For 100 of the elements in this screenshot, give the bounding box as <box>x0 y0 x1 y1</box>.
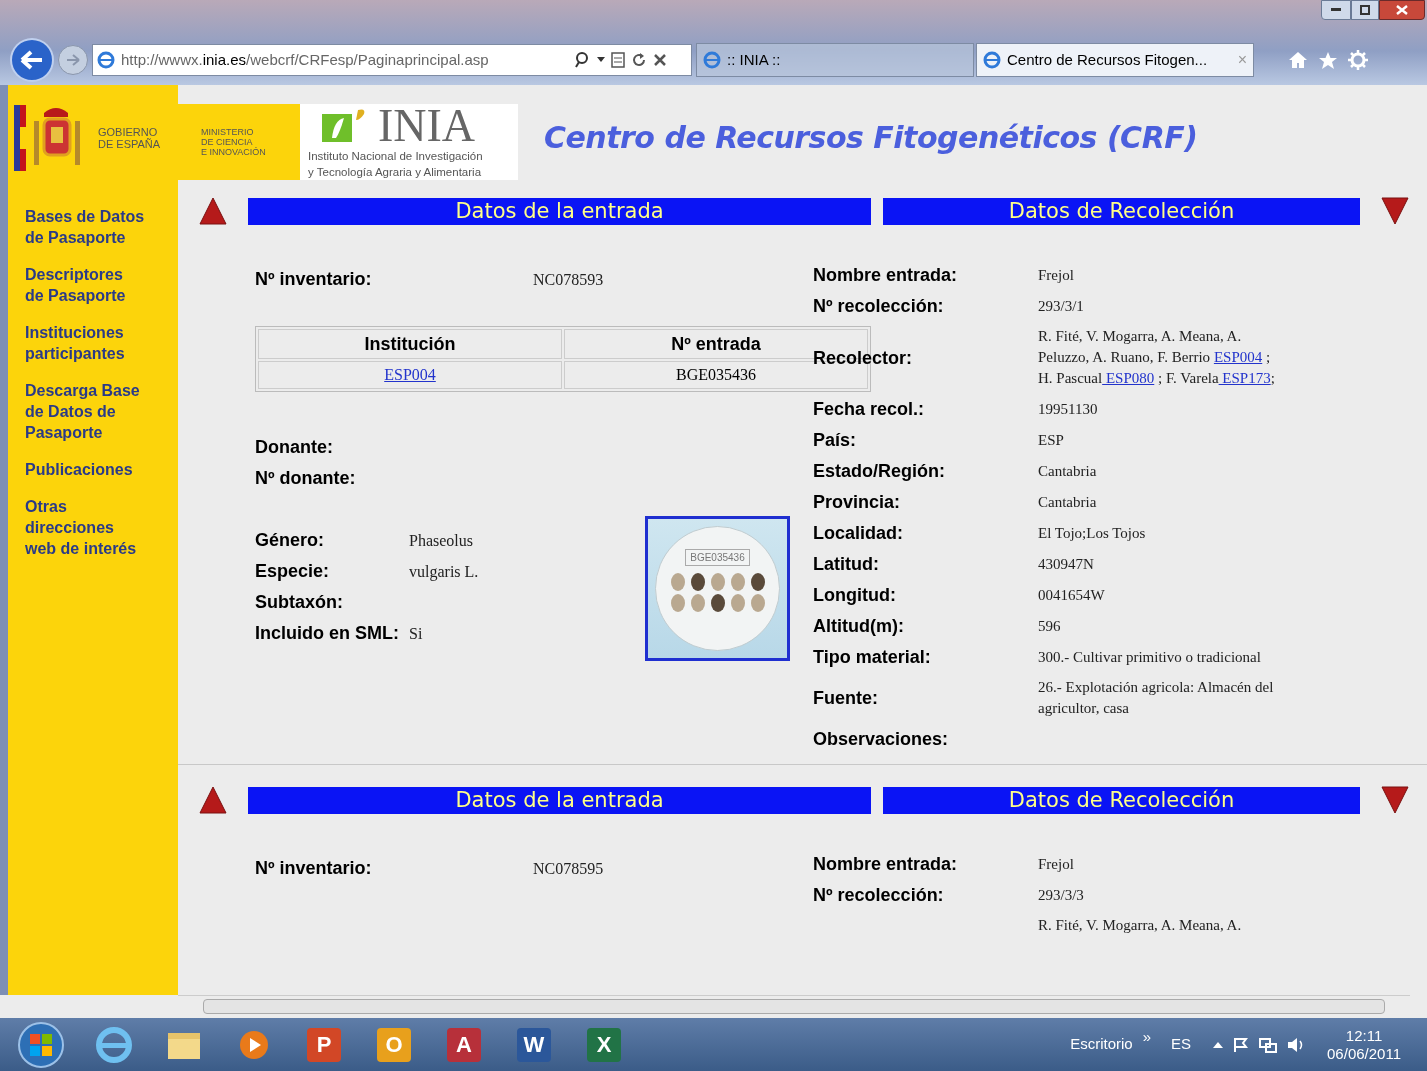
inia-logo-text: INIA <box>378 103 476 148</box>
column-header: Institución <box>258 329 562 359</box>
sidebar-link[interactable]: Bases de Datos de Pasaporte <box>25 206 178 248</box>
tray-expand-icon[interactable] <box>1213 1040 1224 1049</box>
star-icon[interactable] <box>1318 50 1338 70</box>
ministry-label: MINISTERIO DE CIENCIA E INNOVACIÓN <box>178 103 300 180</box>
minimize-button[interactable] <box>1321 0 1351 20</box>
field-value: 293/3/1 <box>1038 296 1085 316</box>
field-value: R. Fité, V. Mogarra, A. Meana, A. <box>1038 916 1243 935</box>
field-value: 300.- Cultivar primitivo o tradicional <box>1038 647 1262 667</box>
field-value: 293/3/3 <box>1038 885 1085 905</box>
search-icon[interactable] <box>575 52 591 68</box>
field-value: NC078593 <box>533 269 604 290</box>
down-triangle-icon[interactable] <box>1380 196 1410 226</box>
settings-icon[interactable] <box>1348 50 1368 70</box>
section-heading: Datos de la entrada <box>248 786 871 814</box>
language-indicator[interactable]: ES <box>1171 1033 1192 1056</box>
field-label: Subtaxón: <box>255 591 344 613</box>
field-label: Nombre entrada: <box>813 853 959 875</box>
stop-icon[interactable] <box>653 53 667 67</box>
field-label: Donante: <box>255 436 334 458</box>
browser-tab[interactable]: Centro de Recursos Fitogen... × <box>976 43 1254 77</box>
institution-link[interactable]: ESP173 <box>1218 370 1271 386</box>
sidebar-link[interactable]: Descarga Base de Datos de Pasaporte <box>25 380 178 443</box>
forward-arrow-icon <box>66 54 80 66</box>
sidebar-link[interactable]: Publicaciones <box>25 459 178 480</box>
back-button[interactable] <box>10 38 54 82</box>
field-value: Cantabria <box>1038 461 1098 481</box>
inia-subtitle: Instituto Nacional de Investigación y Tecnología Agraria y Alimentaria <box>308 148 484 180</box>
field-value: Phaseolus <box>409 530 473 551</box>
field-label: Altitud(m): <box>813 615 905 637</box>
page-e-icon <box>983 51 1001 69</box>
browser-tab[interactable]: :: INIA :: <box>696 43 974 77</box>
clock-date[interactable]: 06/06/2011 <box>1327 1044 1401 1063</box>
sidebar-link[interactable]: Descriptores de Pasaporte <box>25 264 178 306</box>
home-icon[interactable] <box>1288 51 1308 69</box>
app-icon[interactable]: P <box>307 1027 341 1062</box>
field-label: Género: <box>255 529 325 551</box>
institution-link[interactable]: ESP080 <box>1102 370 1155 386</box>
tab-title: :: INIA :: <box>727 49 782 70</box>
field-label: Estado/Región: <box>813 460 946 482</box>
field-value: 19951130 <box>1038 399 1099 419</box>
maximize-button[interactable] <box>1351 0 1379 20</box>
field-label: Nombre entrada: <box>813 264 959 286</box>
close-icon <box>1396 5 1408 15</box>
back-arrow-icon <box>20 50 44 70</box>
field-label: Latitud: <box>813 553 880 575</box>
refresh-icon[interactable] <box>631 52 647 68</box>
page-icon[interactable] <box>611 52 625 68</box>
desktop-toolbar-label[interactable]: Escritorio <box>1070 1033 1133 1056</box>
field-label: Nº inventario: <box>255 857 373 879</box>
app-icon[interactable]: W <box>517 1027 551 1062</box>
toolbar-chevron[interactable]: » <box>1142 1026 1151 1049</box>
institution-link[interactable]: ESP004 <box>384 366 436 383</box>
field-value: vulgaris L. <box>409 561 479 582</box>
field-label: Nº recolección: <box>813 884 945 906</box>
dropdown-caret-icon[interactable] <box>597 57 605 63</box>
section-heading: Datos de la entrada <box>248 197 871 225</box>
field-value: 596 <box>1038 616 1062 636</box>
section-heading: Datos de Recolección <box>883 786 1360 814</box>
maximize-icon <box>1360 5 1370 15</box>
scrollbar-thumb[interactable] <box>203 999 1385 1014</box>
field-label: Localidad: <box>813 522 904 544</box>
tab-title: Centro de Recursos Fitogen... <box>1007 49 1209 70</box>
field-label: Fuente: <box>813 687 879 709</box>
clock-time[interactable]: 12:11 <box>1345 1026 1383 1045</box>
field-label: País: <box>813 429 858 451</box>
network-icon[interactable] <box>1259 1036 1278 1053</box>
field-label: Nº donante: <box>255 467 357 489</box>
section-heading: Datos de Recolección <box>883 197 1360 225</box>
field-value: ESP <box>1038 430 1065 450</box>
close-button[interactable] <box>1379 0 1425 20</box>
field-value: NC078595 <box>533 858 604 879</box>
field-label: Incluido en SML: <box>255 622 400 644</box>
app-icon[interactable]: X <box>587 1027 621 1062</box>
field-value: Frejol <box>1038 265 1075 285</box>
down-triangle-icon[interactable] <box>1380 785 1410 815</box>
field-label: Tipo material: <box>813 646 932 668</box>
field-label: Longitud: <box>813 584 897 606</box>
up-triangle-icon[interactable] <box>198 785 228 815</box>
app-icon[interactable]: A <box>447 1027 481 1062</box>
field-value: 0041654W <box>1038 585 1106 605</box>
photo-caption: BGE035436 <box>685 549 750 566</box>
field-value: Frejol <box>1038 854 1075 874</box>
page-e-icon <box>97 51 115 69</box>
field-label: Provincia: <box>813 491 902 513</box>
up-triangle-icon[interactable] <box>198 196 228 226</box>
field-label: Especie: <box>255 560 331 582</box>
institution-link[interactable]: ESP004 <box>1213 349 1263 365</box>
field-label: Fecha recol.: <box>813 398 926 420</box>
field-label: Nº recolección: <box>813 295 945 317</box>
flag-icon[interactable] <box>1233 1036 1250 1053</box>
field-value: 26.- Explotación agricola: Almacén del agricultor, casa <box>1038 678 1275 718</box>
sidebar-link[interactable]: Instituciones participantes <box>25 322 178 364</box>
field-label: Nº inventario: <box>255 268 373 290</box>
field-value: Si <box>409 623 423 644</box>
government-label: GOBIERNO DE ESPAÑA <box>98 125 161 150</box>
page-title: Centro de Recursos Fitogenéticos (CRF) <box>544 119 1198 157</box>
sidebar-link[interactable]: Otras direcciones web de interés <box>25 496 178 559</box>
page-e-icon <box>703 51 721 69</box>
